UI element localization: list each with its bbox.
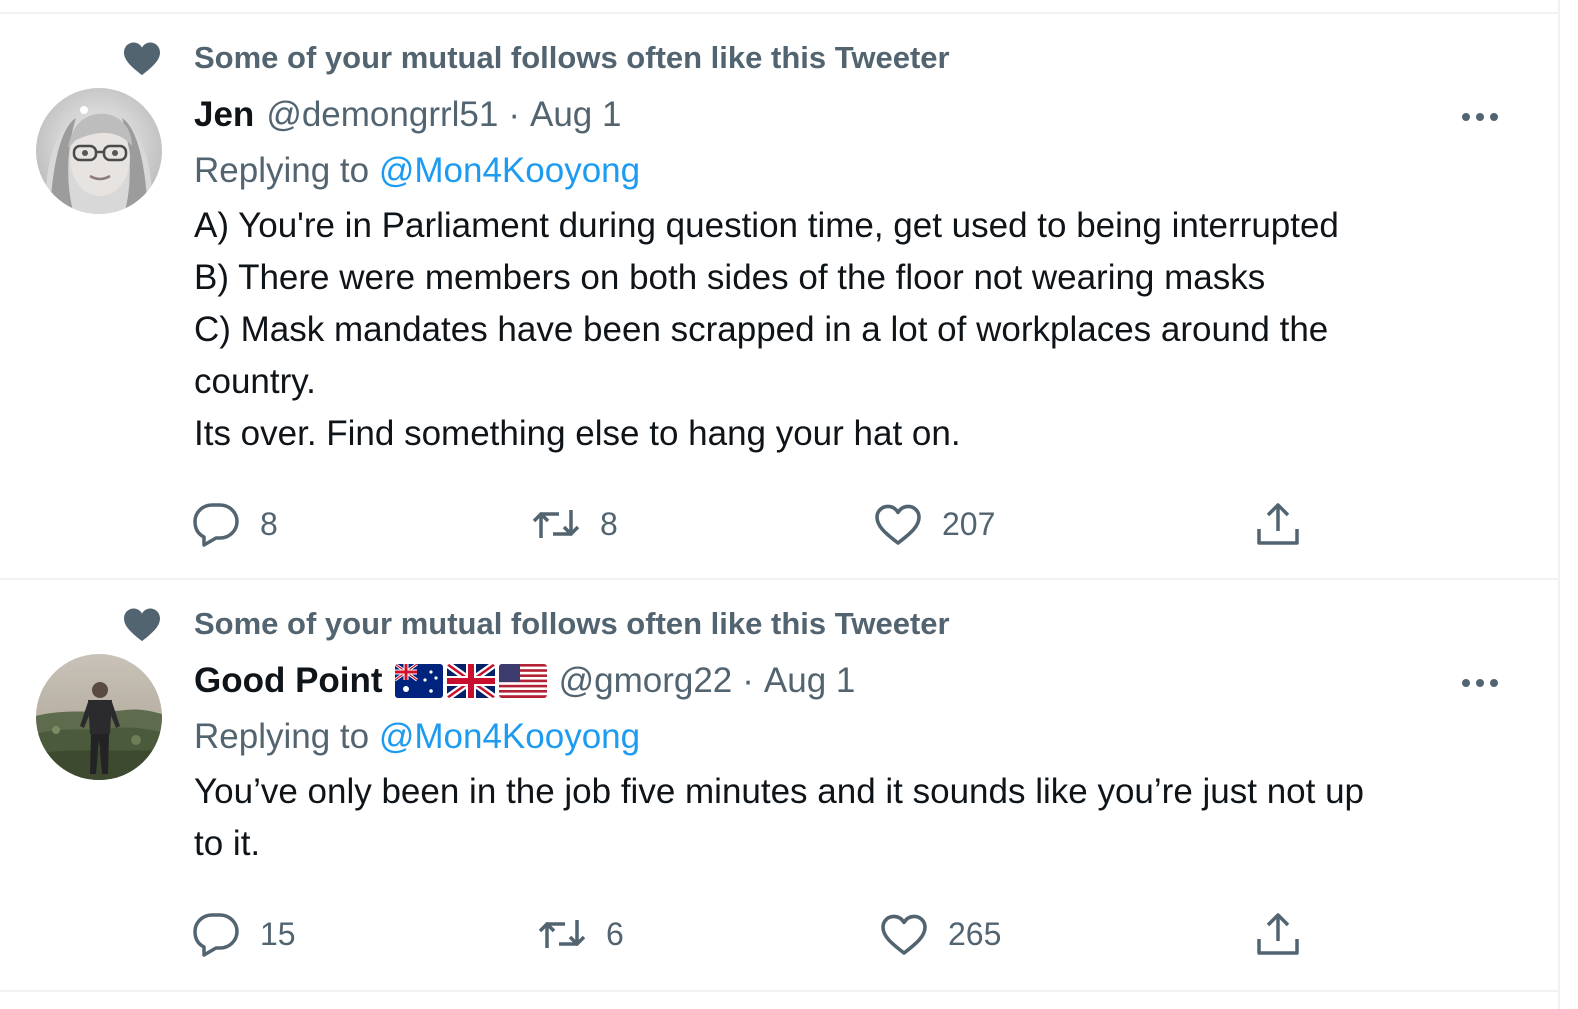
tweet-text-line: to it. — [194, 824, 261, 863]
tweet-date[interactable]: Aug 1 — [530, 95, 621, 135]
tweet-body: Jen @demongrrl51 · Aug 1 Replying to @Mo… — [194, 90, 1524, 460]
tweet-text-line: You’ve only been in the job five minutes… — [194, 772, 1365, 811]
author-name[interactable]: Good Point — [194, 661, 383, 701]
author-handle[interactable]: @demongrrl51 — [266, 95, 498, 135]
name-flags — [394, 664, 547, 698]
uk-flag — [446, 664, 495, 698]
tweet-good-point[interactable]: Some of your mutual follows often like t… — [0, 580, 1558, 992]
retweet-count: 6 — [606, 915, 624, 952]
social-context-text: Some of your mutual follows often like t… — [194, 40, 950, 75]
like-icon — [872, 498, 924, 550]
avatar[interactable] — [36, 654, 162, 780]
replying-prefix: Replying to — [194, 717, 370, 756]
replying-to: Replying to @Mon4Kooyong — [194, 712, 1524, 762]
tweet-date[interactable]: Aug 1 — [764, 661, 855, 701]
social-context-text: Some of your mutual follows often like t… — [194, 606, 950, 641]
like-button[interactable]: 265 — [878, 904, 1001, 964]
tweet-text-line: C) Mask mandates have been scrapped in a… — [194, 310, 1329, 349]
retweet-icon — [536, 908, 588, 960]
retweet-icon — [530, 498, 582, 550]
australia-flag — [394, 664, 443, 698]
tweet-feed: Some of your mutual follows often like t… — [0, 0, 1578, 1009]
reply-button[interactable]: 8 — [190, 494, 278, 554]
replying-to: Replying to @Mon4Kooyong — [194, 146, 1524, 196]
avatar[interactable] — [36, 88, 162, 214]
replying-to-mention[interactable]: @Mon4Kooyong — [379, 151, 640, 190]
tweet-body: Good Point @gmorg22 · Aug 1 Replying to … — [194, 656, 1524, 870]
share-button[interactable] — [1252, 904, 1304, 964]
tweet-header: Good Point @gmorg22 · Aug 1 — [194, 656, 1524, 706]
tweet-actions: 15 6 265 — [190, 904, 1330, 964]
author-name[interactable]: Jen — [194, 95, 254, 135]
social-context: Some of your mutual follows often like t… — [120, 604, 950, 644]
heart-icon — [120, 604, 164, 644]
share-icon — [1252, 498, 1304, 550]
replying-prefix: Replying to — [194, 151, 370, 190]
heart-icon — [120, 38, 164, 78]
separator: · — [742, 661, 754, 700]
like-icon — [878, 908, 930, 960]
retweet-button[interactable]: 6 — [536, 904, 624, 964]
social-context: Some of your mutual follows often like t… — [120, 38, 950, 78]
retweet-button[interactable]: 8 — [530, 494, 618, 554]
right-divider — [1558, 0, 1560, 1009]
share-button[interactable] — [1252, 494, 1304, 554]
tweet-actions: 8 8 207 — [190, 494, 1330, 554]
like-count: 207 — [942, 505, 996, 542]
tweet-text-line: A) You're in Parliament during question … — [194, 206, 1339, 245]
like-count: 265 — [948, 915, 1002, 952]
reply-button[interactable]: 15 — [190, 904, 296, 964]
retweet-count: 8 — [600, 505, 618, 542]
tweet-text-line: country. — [194, 362, 316, 401]
tweet-text-line: B) There were members on both sides of t… — [194, 258, 1266, 297]
tweet-jen[interactable]: Some of your mutual follows often like t… — [0, 14, 1558, 580]
tweet-text: You’ve only been in the job five minutes… — [194, 766, 1524, 870]
replying-to-mention[interactable]: @Mon4Kooyong — [379, 717, 640, 756]
reply-icon — [190, 498, 242, 550]
reply-count: 15 — [260, 915, 296, 952]
tweet-header: Jen @demongrrl51 · Aug 1 — [194, 90, 1524, 140]
reply-count: 8 — [260, 505, 278, 542]
like-button[interactable]: 207 — [872, 494, 995, 554]
share-icon — [1252, 908, 1304, 960]
author-handle[interactable]: @gmorg22 — [559, 661, 733, 701]
separator: · — [508, 95, 520, 134]
usa-flag — [498, 664, 547, 698]
reply-icon — [190, 908, 242, 960]
tweet-text: A) You're in Parliament during question … — [194, 200, 1524, 460]
tweet-text-line: Its over. Find something else to hang yo… — [194, 414, 961, 453]
